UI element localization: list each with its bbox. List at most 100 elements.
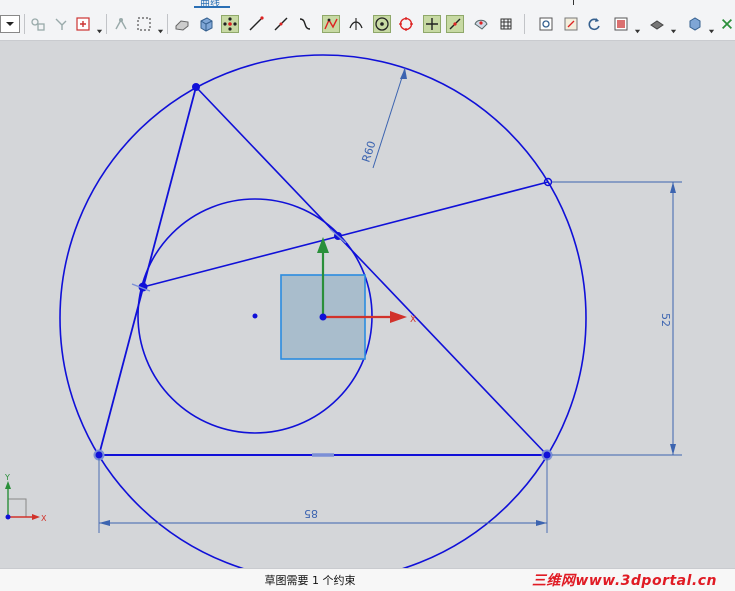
- layer-button[interactable]: [648, 15, 666, 33]
- wcs-box: [7, 498, 27, 518]
- cube-icon: [689, 17, 701, 31]
- snap-icon: [55, 18, 67, 30]
- graphics-window[interactable]: X R60 52 85 Y X: [0, 41, 735, 568]
- line-icon: [249, 16, 264, 31]
- intersection-icon: [324, 18, 338, 30]
- slash-line-button[interactable]: [446, 15, 464, 33]
- snap-button[interactable]: [52, 15, 70, 33]
- rotate-button[interactable]: [585, 15, 603, 33]
- vertex-left[interactable]: [93, 449, 105, 461]
- cross-icon: [426, 18, 438, 30]
- x-axis-label: X: [410, 315, 416, 325]
- layer-dropdown[interactable]: [670, 20, 677, 34]
- tangent-line[interactable]: [142, 181, 549, 288]
- pattern-button[interactable]: [74, 15, 92, 33]
- block-button[interactable]: [197, 15, 215, 33]
- shaded-block-icon: [175, 20, 189, 31]
- watermark: 三维网www.3dportal.cn: [531, 573, 717, 589]
- selection-box-button[interactable]: [135, 15, 153, 33]
- tab-underline: [194, 6, 230, 8]
- chevron-down-icon: [634, 29, 641, 34]
- sketch-canvas[interactable]: X R60 52 85 Y X: [0, 41, 735, 568]
- radius-arrow: [400, 68, 407, 79]
- grid-button[interactable]: [497, 15, 515, 33]
- wcs-x-label: X: [41, 514, 47, 523]
- vertex-right[interactable]: [541, 449, 553, 461]
- toolbar-separator: [24, 14, 25, 34]
- wcs-y-arrow: [5, 481, 11, 489]
- render-style-icon: [614, 17, 628, 31]
- arc-tangent-icon: [349, 18, 363, 30]
- grid-icon: [500, 18, 512, 30]
- view-fit-button[interactable]: [537, 15, 555, 33]
- nx-sketch-window: 曲线 X R60 52 85 Y X 草图需要 1 个约束 三维网www.3dp…: [0, 0, 735, 591]
- line-button[interactable]: [247, 15, 265, 33]
- vertical-dimension[interactable]: 52: [659, 313, 672, 327]
- vertical-dim-arrow-top: [670, 182, 676, 193]
- wcs-x-arrow: [32, 514, 40, 520]
- origin-point[interactable]: [319, 313, 327, 321]
- cross-button[interactable]: [423, 15, 441, 33]
- radius-leader: [372, 67, 406, 169]
- status-message: 草图需要 1 个约束: [264, 574, 356, 587]
- cube-dropdown[interactable]: [708, 20, 715, 34]
- view-sketch-button[interactable]: [562, 15, 580, 33]
- circle-point-button[interactable]: [397, 15, 415, 33]
- selection-box-icon: [137, 17, 151, 31]
- layer-icon: [650, 20, 664, 30]
- circle-center-icon: [375, 17, 389, 31]
- chevron-down-icon: [157, 29, 164, 34]
- view-fit-icon: [539, 17, 553, 31]
- view-sketch-icon: [564, 17, 578, 31]
- transform-icon: [115, 18, 127, 30]
- vertex-points-icon: [223, 17, 237, 31]
- tab-curve[interactable]: 曲线: [200, 0, 220, 10]
- vertex-top[interactable]: [192, 83, 200, 91]
- transform-button[interactable]: [112, 15, 130, 33]
- circle-point-icon: [399, 17, 413, 31]
- command-finder-dropdown[interactable]: [0, 15, 20, 33]
- block-icon: [200, 17, 213, 32]
- toolbar-separator: [524, 14, 525, 34]
- status-bar: 草图需要 1 个约束 三维网www.3dportal.cn: [0, 568, 735, 591]
- circle-center-button[interactable]: [373, 15, 391, 33]
- horizontal-dim-arrow-left: [99, 520, 110, 526]
- pattern-icon: [76, 17, 90, 31]
- wcs-y-label: Y: [4, 473, 10, 482]
- cube-button[interactable]: [686, 15, 704, 33]
- x-axis-arrow: [390, 311, 407, 323]
- line-button-2[interactable]: [272, 15, 290, 33]
- selection-dropdown[interactable]: [157, 20, 164, 34]
- vertical-dim-arrow-bottom: [670, 444, 676, 455]
- arc-tangent-button[interactable]: [347, 15, 365, 33]
- intersection-button[interactable]: [322, 15, 340, 33]
- move-object-button[interactable]: [29, 15, 47, 33]
- close-x-icon: [722, 19, 732, 29]
- render-style-button[interactable]: [612, 15, 630, 33]
- vertex-points-button[interactable]: [221, 15, 239, 33]
- chevron-down-icon: [708, 29, 715, 34]
- slash-line-icon: [449, 18, 461, 30]
- curve-icon: [299, 18, 311, 30]
- inscribed-circle-center[interactable]: [252, 313, 258, 319]
- triangle-side-left[interactable]: [98, 86, 197, 456]
- toolbar-separator: [106, 14, 107, 34]
- chevron-down-icon: [96, 29, 103, 34]
- horizontal-dim-arrow-right: [536, 520, 547, 526]
- horizontal-dimension[interactable]: 85: [304, 507, 318, 520]
- chevron-down-icon: [670, 29, 677, 34]
- tab-separator: [573, 0, 574, 5]
- line-icon-2: [274, 17, 288, 31]
- pattern-dropdown[interactable]: [96, 20, 103, 34]
- dropdown-icon: [6, 22, 14, 26]
- edit-icon: [474, 19, 488, 30]
- ribbon-tab-strip: 曲线: [0, 0, 735, 10]
- curve-button[interactable]: [296, 15, 314, 33]
- shaded-block-button[interactable]: [173, 15, 191, 33]
- toolbar: 曲线: [0, 0, 735, 41]
- edit-button[interactable]: [472, 15, 490, 33]
- close-x-button[interactable]: [720, 15, 734, 33]
- move-object-icon: [31, 18, 45, 31]
- toolbar-separator: [167, 14, 168, 34]
- render-style-dropdown[interactable]: [634, 20, 641, 34]
